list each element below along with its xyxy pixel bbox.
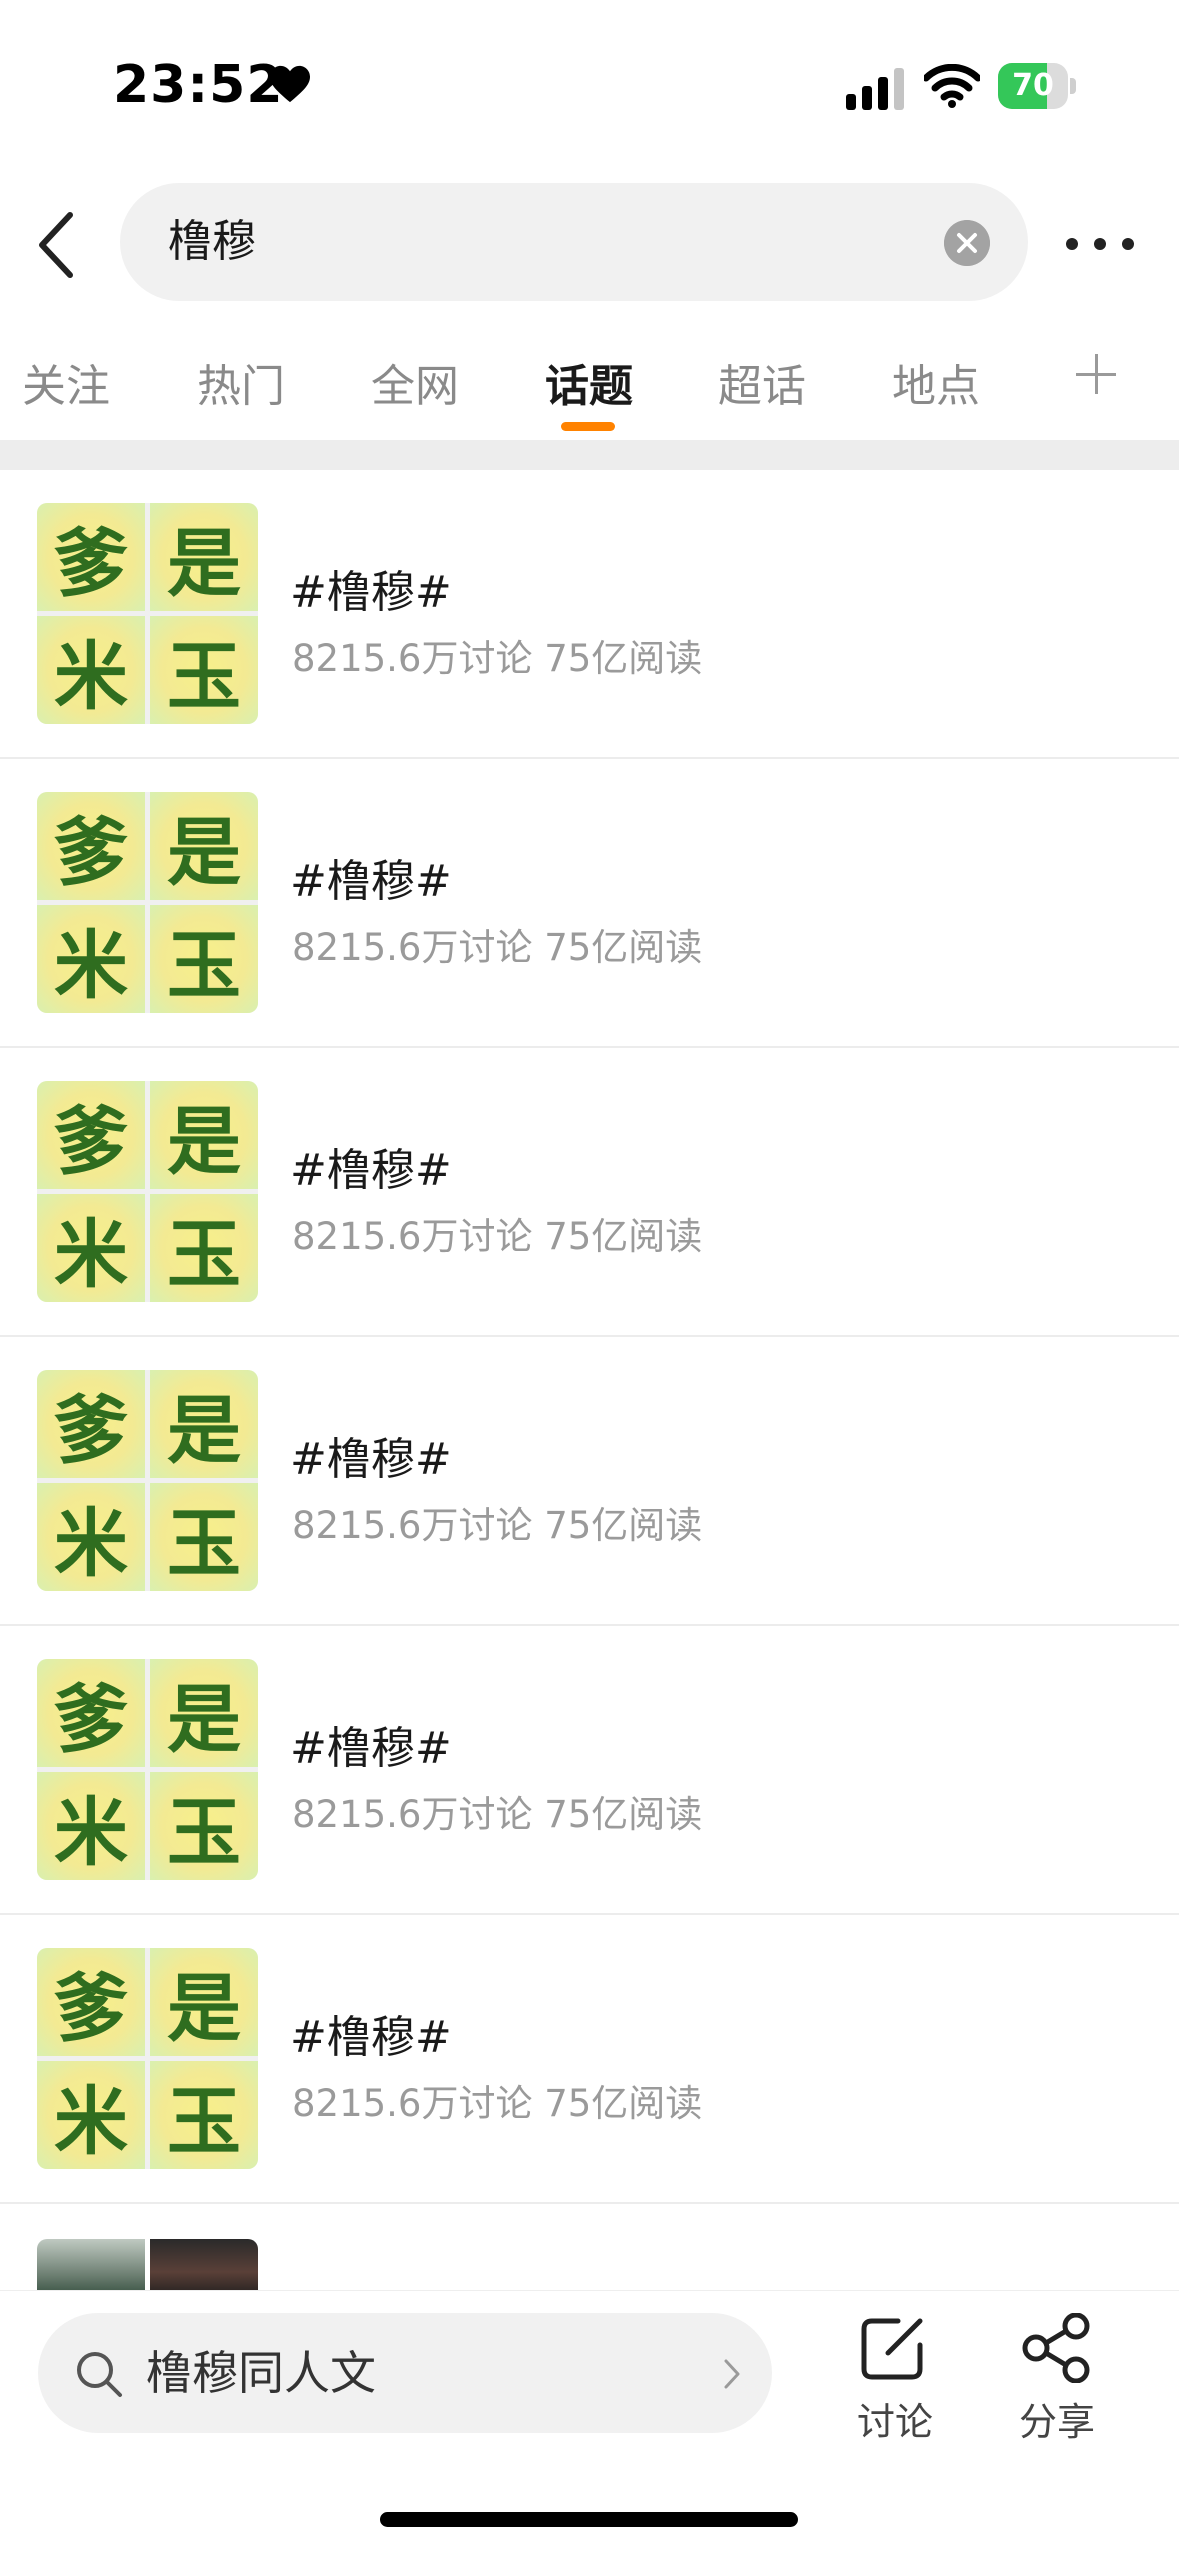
topic-title: #橹穆# <box>290 1145 452 1196</box>
thumbnail-char: 米 <box>37 1194 145 1302</box>
home-indicator <box>380 2512 798 2527</box>
topic-stats: 8215.6万讨论 75亿阅读 <box>292 1793 703 1836</box>
search-input[interactable]: 橹穆 <box>120 183 1028 301</box>
share-icon <box>1022 2313 1090 2383</box>
topic-list-item[interactable]: 爹是米玉 #橹穆# 8215.6万讨论 75亿阅读 <box>0 1337 1179 1626</box>
related-search-button[interactable]: 橹穆同人文 <box>38 2313 772 2433</box>
status-time: 23:52 <box>113 55 284 115</box>
thumbnail-char: 是 <box>150 1081 258 1189</box>
topic-list: 爹是米玉 #橹穆# 8215.6万讨论 75亿阅读爹是米玉 #橹穆# 8215.6万讨论… <box>0 470 1179 2204</box>
thumbnail-char: 爹 <box>37 1370 145 1478</box>
topic-thumbnail: 爹是米玉 <box>37 1659 258 1880</box>
wifi-icon <box>924 64 980 108</box>
search-query[interactable]: 橹穆 <box>168 183 256 301</box>
battery-indicator: 70 <box>998 63 1078 109</box>
add-tab-icon[interactable] <box>1074 352 1118 396</box>
topic-title: #橹穆# <box>290 567 452 618</box>
topic-title: #橹穆# <box>290 856 452 907</box>
topic-thumbnail: 爹是米玉 <box>37 1370 258 1591</box>
topic-list-item[interactable]: 爹是米玉 #橹穆# 8215.6万讨论 75亿阅读 <box>0 1048 1179 1337</box>
tab-places[interactable]: 地点 <box>892 350 980 414</box>
topic-thumbnail: 爹是米玉 <box>37 792 258 1013</box>
discuss-button[interactable]: 讨论 <box>840 2313 950 2444</box>
thumbnail-char: 玉 <box>150 905 258 1013</box>
compose-icon <box>861 2318 923 2380</box>
cellular-signal-icon <box>846 68 904 110</box>
thumbnail-char: 米 <box>37 1483 145 1591</box>
thumbnail-char: 爹 <box>37 1948 145 2056</box>
topic-thumbnail: 爹是米玉 <box>37 503 258 724</box>
topic-thumbnail: 爹是米玉 <box>37 1081 258 1302</box>
thumbnail-char: 是 <box>150 503 258 611</box>
thumbnail-char: 玉 <box>150 1772 258 1880</box>
thumbnail-char: 米 <box>37 616 145 724</box>
back-arrow-icon[interactable] <box>26 205 86 285</box>
topic-title: #橹穆# <box>290 1723 452 1774</box>
thumbnail-char: 米 <box>37 905 145 1013</box>
thumbnail-char: 玉 <box>150 1483 258 1591</box>
topic-stats: 8215.6万讨论 75亿阅读 <box>292 926 703 969</box>
thumbnail-char: 爹 <box>37 1081 145 1189</box>
tab-hot[interactable]: 热门 <box>197 350 285 414</box>
chevron-right-icon <box>724 2359 740 2389</box>
thumbnail-char: 玉 <box>150 2061 258 2169</box>
topic-stats: 8215.6万讨论 75亿阅读 <box>292 1215 703 1258</box>
thumbnail-char: 是 <box>150 1370 258 1478</box>
topic-stats: 8215.6万讨论 75亿阅读 <box>292 2082 703 2125</box>
thumbnail-char: 爹 <box>37 1659 145 1767</box>
thumbnail-char: 爹 <box>37 792 145 900</box>
tab-bar: 关注 热门 全网 话题 超话 地点 <box>0 340 1179 440</box>
thumbnail-char: 玉 <box>150 616 258 724</box>
discuss-label: 讨论 <box>856 2400 933 2444</box>
active-tab-indicator <box>561 422 615 431</box>
tab-following[interactable]: 关注 <box>22 350 110 414</box>
thumbnail-char: 是 <box>150 792 258 900</box>
topic-list-item[interactable]: 爹是米玉 #橹穆# 8215.6万讨论 75亿阅读 <box>0 1915 1179 2204</box>
more-options-icon[interactable] <box>1060 222 1140 266</box>
thumbnail-char: 是 <box>150 1659 258 1767</box>
related-search-text: 橹穆同人文 <box>146 2346 376 2400</box>
tab-whole-web[interactable]: 全网 <box>371 350 459 414</box>
heart-icon <box>270 65 310 103</box>
topic-list-item[interactable]: 爹是米玉 #橹穆# 8215.6万讨论 75亿阅读 <box>0 470 1179 759</box>
status-bar: 23:52 70 <box>0 0 1179 170</box>
thumbnail-char: 是 <box>150 1948 258 2056</box>
topic-title: #橹穆# <box>290 1434 452 1485</box>
thumbnail-char: 米 <box>37 2061 145 2169</box>
topic-list-item[interactable]: 爹是米玉 #橹穆# 8215.6万讨论 75亿阅读 <box>0 1626 1179 1915</box>
clear-search-icon[interactable] <box>944 220 990 266</box>
thumbnail-char: 玉 <box>150 1194 258 1302</box>
topic-stats: 8215.6万讨论 75亿阅读 <box>292 637 703 680</box>
topic-title: #橹穆# <box>290 2012 452 2063</box>
battery-percent: 70 <box>1012 68 1054 103</box>
section-divider <box>0 440 1179 470</box>
tab-topics[interactable]: 话题 <box>545 350 633 414</box>
thumbnail-char: 爹 <box>37 503 145 611</box>
tab-super-topics[interactable]: 超话 <box>718 350 806 414</box>
topic-stats: 8215.6万讨论 75亿阅读 <box>292 1504 703 1547</box>
topic-list-item[interactable]: 爹是米玉 #橹穆# 8215.6万讨论 75亿阅读 <box>0 759 1179 1048</box>
topic-thumbnail: 爹是米玉 <box>37 1948 258 2169</box>
share-label: 分享 <box>1018 2400 1095 2444</box>
search-icon <box>77 2352 122 2397</box>
thumbnail-char: 米 <box>37 1772 145 1880</box>
share-button[interactable]: 分享 <box>1002 2313 1112 2444</box>
